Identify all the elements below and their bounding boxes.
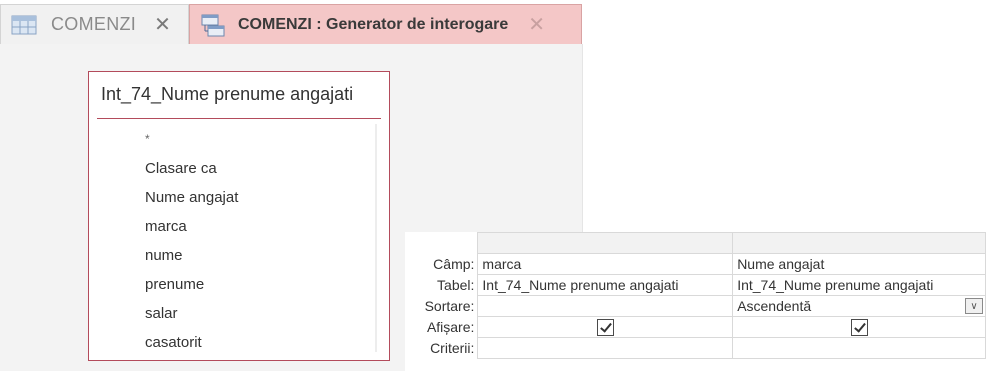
grid-row-table: Tabel: Int_74_Nume prenume angajati Int_…	[405, 274, 986, 296]
field-list-title[interactable]: Int_74_Nume prenume angajati	[101, 84, 353, 105]
grid-row-sort: Sortare: Ascendentă ∨	[405, 295, 986, 317]
row-label-sort: Sortare:	[405, 295, 478, 317]
show-checkbox[interactable]	[850, 318, 868, 336]
document-tab-bar: COMENZI ✕ COMENZI : Generator de interog…	[0, 0, 582, 44]
close-tab-icon[interactable]: ✕	[154, 15, 171, 35]
column-selector[interactable]	[477, 232, 734, 254]
grid-row-field: Câmp: marca Nume angajat	[405, 253, 986, 275]
field-cell[interactable]: marca	[477, 253, 734, 275]
field-list-scrollbar[interactable]	[375, 124, 377, 352]
table-cell[interactable]: Int_74_Nume prenume angajati	[732, 274, 986, 296]
table-icon	[11, 14, 37, 36]
show-checkbox[interactable]	[596, 318, 614, 336]
query-design-icon	[200, 14, 226, 36]
field-item[interactable]: prenume	[145, 270, 238, 299]
row-label-criteria: Criterii:	[405, 337, 478, 359]
row-label-table: Tabel:	[405, 274, 478, 296]
row-label-show: Afișare:	[405, 316, 478, 338]
tab-label: COMENZI : Generator de interogare	[238, 15, 509, 33]
field-item[interactable]: Nume angajat	[145, 183, 238, 212]
show-cell	[732, 316, 986, 338]
tab-comenzi-table[interactable]: COMENZI ✕	[0, 4, 189, 44]
field-item[interactable]: nume	[145, 241, 238, 270]
sort-value: Ascendentă	[737, 298, 812, 314]
grid-row-show: Afișare:	[405, 316, 986, 338]
show-cell	[477, 316, 734, 338]
table-cell[interactable]: Int_74_Nume prenume angajati	[477, 274, 734, 296]
tab-label: COMENZI	[51, 14, 137, 34]
sort-cell[interactable]: Ascendentă ∨	[732, 295, 986, 317]
field-item[interactable]: marca	[145, 212, 238, 241]
tab-query-designer[interactable]: COMENZI : Generator de interogare ✕	[189, 4, 582, 44]
field-list-items: * Clasare ca Nume angajat marca nume pre…	[145, 125, 238, 357]
row-label-field: Câmp:	[405, 253, 478, 275]
query-design-grid: Câmp: marca Nume angajat Tabel: Int_74_N…	[405, 232, 986, 371]
grid-row-criteria: Criterii:	[405, 337, 986, 359]
criteria-cell[interactable]	[477, 337, 734, 359]
sort-cell[interactable]	[477, 295, 734, 317]
field-item[interactable]: salar	[145, 299, 238, 328]
field-item-all[interactable]: *	[145, 125, 238, 154]
close-tab-icon[interactable]: ✕	[528, 15, 545, 35]
column-selector-row	[405, 232, 986, 254]
field-item[interactable]: casatorit	[145, 328, 238, 357]
query-grid-table: Câmp: marca Nume angajat Tabel: Int_74_N…	[405, 232, 986, 359]
column-selector[interactable]	[732, 232, 986, 254]
field-item[interactable]: Clasare ca	[145, 154, 238, 183]
chevron-down-icon[interactable]: ∨	[965, 298, 983, 314]
criteria-cell[interactable]	[732, 337, 986, 359]
table-field-list[interactable]: Int_74_Nume prenume angajati * Clasare c…	[88, 71, 390, 361]
field-cell[interactable]: Nume angajat	[732, 253, 986, 275]
field-list-divider	[97, 118, 381, 119]
